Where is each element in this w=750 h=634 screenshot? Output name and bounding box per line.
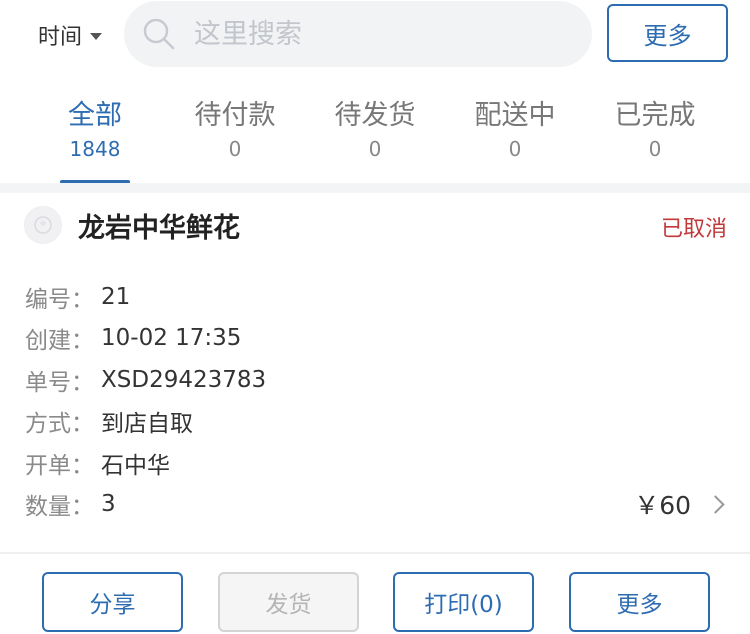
order-status-tabs: 全部 1848 待付款 0 待发货 0 配送中 0 已完成 0 [25,96,725,184]
field-document-number: 单号： XSD29423783 [25,359,725,401]
card-divider [0,552,750,554]
tab-count: 0 [648,137,662,161]
field-value: 石中华 [101,452,170,479]
tabs-divider [0,183,750,193]
print-button[interactable]: 打印(0) [393,572,534,632]
more-button[interactable]: 更多 [569,572,710,632]
search-icon [142,17,176,51]
field-issuer: 开单： 石中华 [25,442,725,484]
tab-in-delivery[interactable]: 配送中 0 [445,96,585,184]
field-key: 数量： [25,494,94,521]
chevron-right-icon [706,494,725,514]
store-name: 龙岩中华鲜花 [78,212,240,244]
field-key: 创建： [25,328,94,355]
field-value: 10-02 17:35 [101,325,242,352]
field-key: 单号： [25,369,94,396]
search-input[interactable] [194,18,574,50]
tab-label: 待付款 [194,100,276,131]
field-value: XSD29423783 [101,366,267,393]
tab-label: 待发货 [334,100,416,131]
field-key: 方式： [25,411,94,438]
field-value: 21 [101,283,131,310]
field-created: 创建： 10-02 17:35 [25,318,725,360]
tab-pending-payment[interactable]: 待付款 0 [165,96,305,184]
field-method: 方式： 到店自取 [25,401,725,443]
ship-button[interactable]: 发货 [218,572,359,632]
field-key: 开单： [25,452,94,479]
search-box[interactable] [124,1,592,67]
field-value: 3 [101,491,116,518]
tab-count: 1848 [69,137,121,161]
tab-pending-shipment[interactable]: 待发货 0 [305,96,445,184]
field-key: 编号： [25,286,94,313]
tab-count: 0 [368,137,382,161]
top-bar: 时间 更多 [0,0,750,80]
order-details[interactable]: 编号： 21 创建： 10-02 17:35 单号： XSD29423783 方… [25,276,725,525]
price-row[interactable]: ￥60 [634,486,725,522]
field-quantity: 数量： 3 [25,484,725,526]
tab-all[interactable]: 全部 1848 [25,96,165,184]
tab-count: 0 [228,137,242,161]
tab-label: 全部 [68,100,122,131]
tab-count: 0 [508,137,522,161]
tab-label: 配送中 [474,100,556,131]
order-actions: 分享 发货 打印(0) 更多 [0,572,750,632]
field-value: 到店自取 [101,411,193,438]
more-button-top[interactable]: 更多 [607,4,728,62]
store-header[interactable]: 龙岩中华鲜花 [24,205,240,245]
order-status-badge: 已取消 [660,217,727,242]
order-price: ￥60 [634,491,691,520]
field-order-number: 编号： 21 [25,276,725,318]
time-filter-label: 时间 [38,25,83,50]
time-filter-dropdown[interactable]: 时间 [38,18,103,52]
caret-down-icon [90,32,103,40]
share-button[interactable]: 分享 [42,572,183,632]
tab-completed[interactable]: 已完成 0 [585,96,725,184]
tab-label: 已完成 [614,100,696,131]
store-avatar-icon [24,206,62,244]
